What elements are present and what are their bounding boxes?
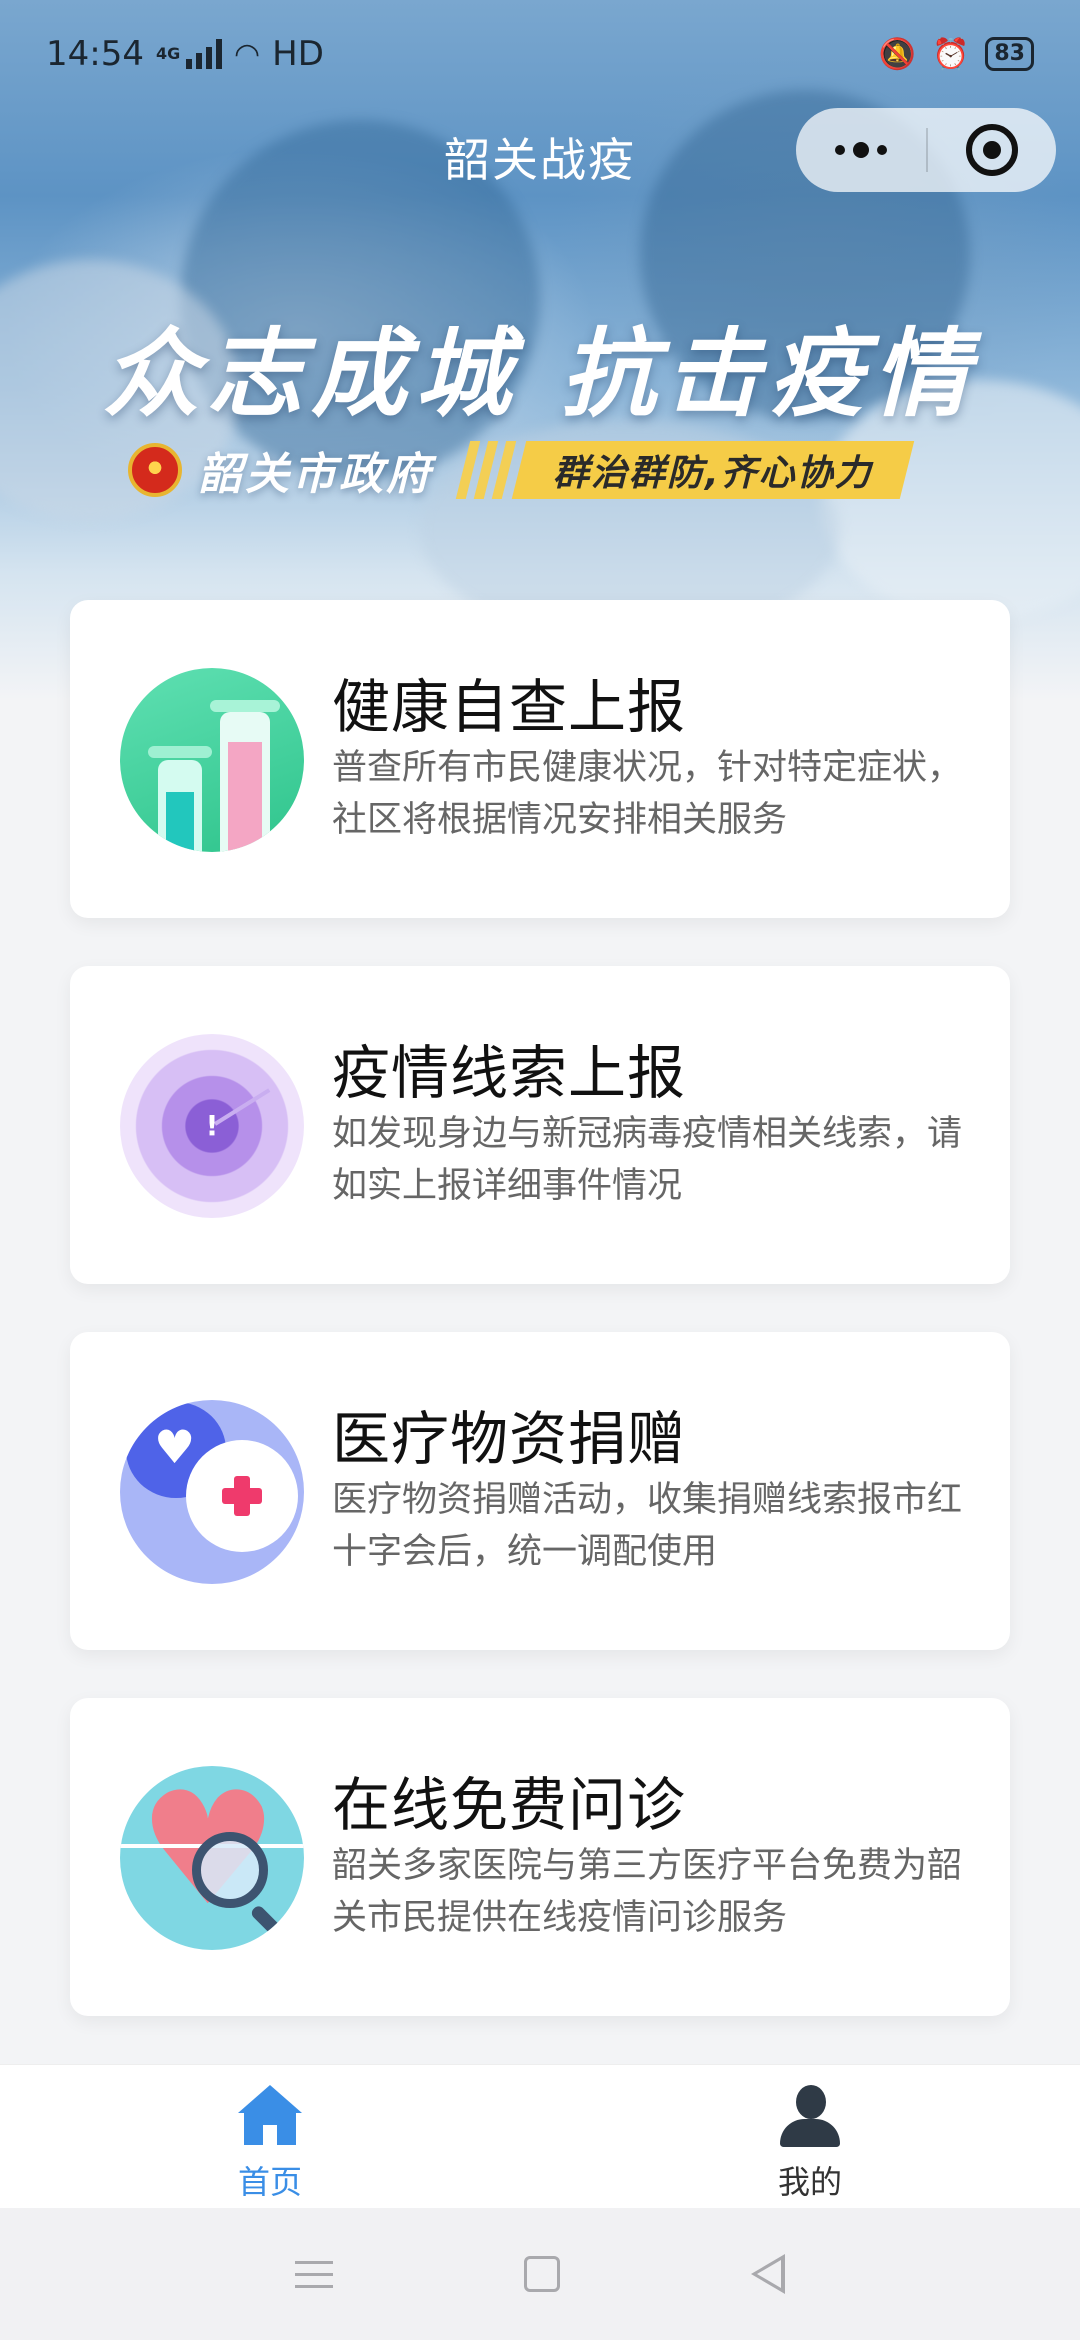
tab-bar: 首页 我的 — [0, 2064, 1080, 2208]
status-bar: 14:54 4G ◠ HD 🔕 ⏰ 83 — [0, 0, 1080, 108]
donation-chat-icon: ♥ — [120, 1400, 304, 1584]
card-description: 如发现身边与新冠病毒疫情相关线索，请如实上报详细事件情况 — [332, 1114, 963, 1206]
network-type: 4G — [155, 44, 181, 63]
card-title: 医疗物资捐赠 — [332, 1405, 687, 1473]
home-icon — [238, 2085, 302, 2149]
status-time: 14:54 — [46, 34, 144, 74]
card-title: 在线免费问诊 — [332, 1771, 687, 1839]
card-description: 医疗物资捐赠活动，收集捐赠线索报市红十字会后，统一调配使用 — [332, 1480, 963, 1572]
tagline-badge: 群治群防,齐心协力 — [511, 441, 914, 499]
card-clue-report[interactable]: ! 疫情线索上报 如发现身边与新冠病毒疫情相关线索，请如实上报详细事件情况 — [70, 966, 1010, 1284]
card-health-report[interactable]: 健康自查上报 普查所有市民健康状况，针对特定症状，社区将根据情况安排相关服务 — [70, 600, 1010, 918]
battery-indicator: 83 — [985, 37, 1034, 71]
target-icon — [966, 124, 1018, 176]
government-name: 韶关市政府 — [198, 449, 433, 500]
card-donation[interactable]: ♥ 医疗物资捐赠 医疗物资捐赠活动，收集捐赠线索报市红十字会后，统一调配使用 — [70, 1332, 1010, 1650]
status-left: 14:54 4G ◠ HD — [46, 34, 324, 74]
card-title: 疫情线索上报 — [332, 1039, 687, 1107]
home-button[interactable] — [523, 2256, 560, 2292]
status-right: 🔕 ⏰ 83 — [879, 37, 1034, 72]
miniprogram-capsule — [796, 108, 1056, 192]
recent-apps-button[interactable] — [295, 2260, 334, 2288]
tab-home[interactable]: 首页 — [0, 2065, 540, 2208]
back-button[interactable] — [750, 2254, 785, 2294]
system-nav-bar — [0, 2208, 1080, 2340]
person-icon — [778, 2085, 842, 2149]
more-button[interactable] — [796, 142, 926, 158]
mute-bell-icon: 🔕 — [878, 36, 917, 72]
signal-icon — [185, 39, 222, 69]
banner-slogan: 众志成城 抗击疫情 — [103, 318, 977, 430]
tab-mine-label: 我的 — [777, 2163, 842, 2201]
alarm-icon: ⏰ — [932, 36, 970, 72]
government-row: 韶关市政府 群治群防,齐心协力 — [128, 438, 914, 502]
test-tubes-icon — [120, 668, 304, 852]
tab-mine[interactable]: 我的 — [540, 2065, 1080, 2208]
tab-home-label: 首页 — [237, 2163, 302, 2201]
tagline-text: 群治群防,齐心协力 — [553, 453, 873, 494]
card-description: 普查所有市民健康状况，针对特定症状，社区将根据情况安排相关服务 — [332, 748, 963, 840]
hd-label: HD — [272, 34, 324, 74]
close-button[interactable] — [928, 124, 1056, 176]
radar-alert-icon: ! — [120, 1034, 304, 1218]
card-description: 韶关多家医院与第三方医疗平台免费为韶关市民提供在线疫情问诊服务 — [332, 1846, 963, 1938]
card-title: 健康自查上报 — [332, 673, 687, 741]
card-online-consult[interactable]: ♥ 在线免费问诊 韶关多家医院与第三方医疗平台免费为韶关市民提供在线疫情问诊服务 — [70, 1698, 1010, 2016]
decorative-stripes — [455, 441, 517, 499]
heart-magnifier-icon: ♥ — [120, 1766, 304, 1950]
national-emblem-icon — [128, 443, 182, 497]
wifi-icon: ◠ — [233, 36, 261, 72]
